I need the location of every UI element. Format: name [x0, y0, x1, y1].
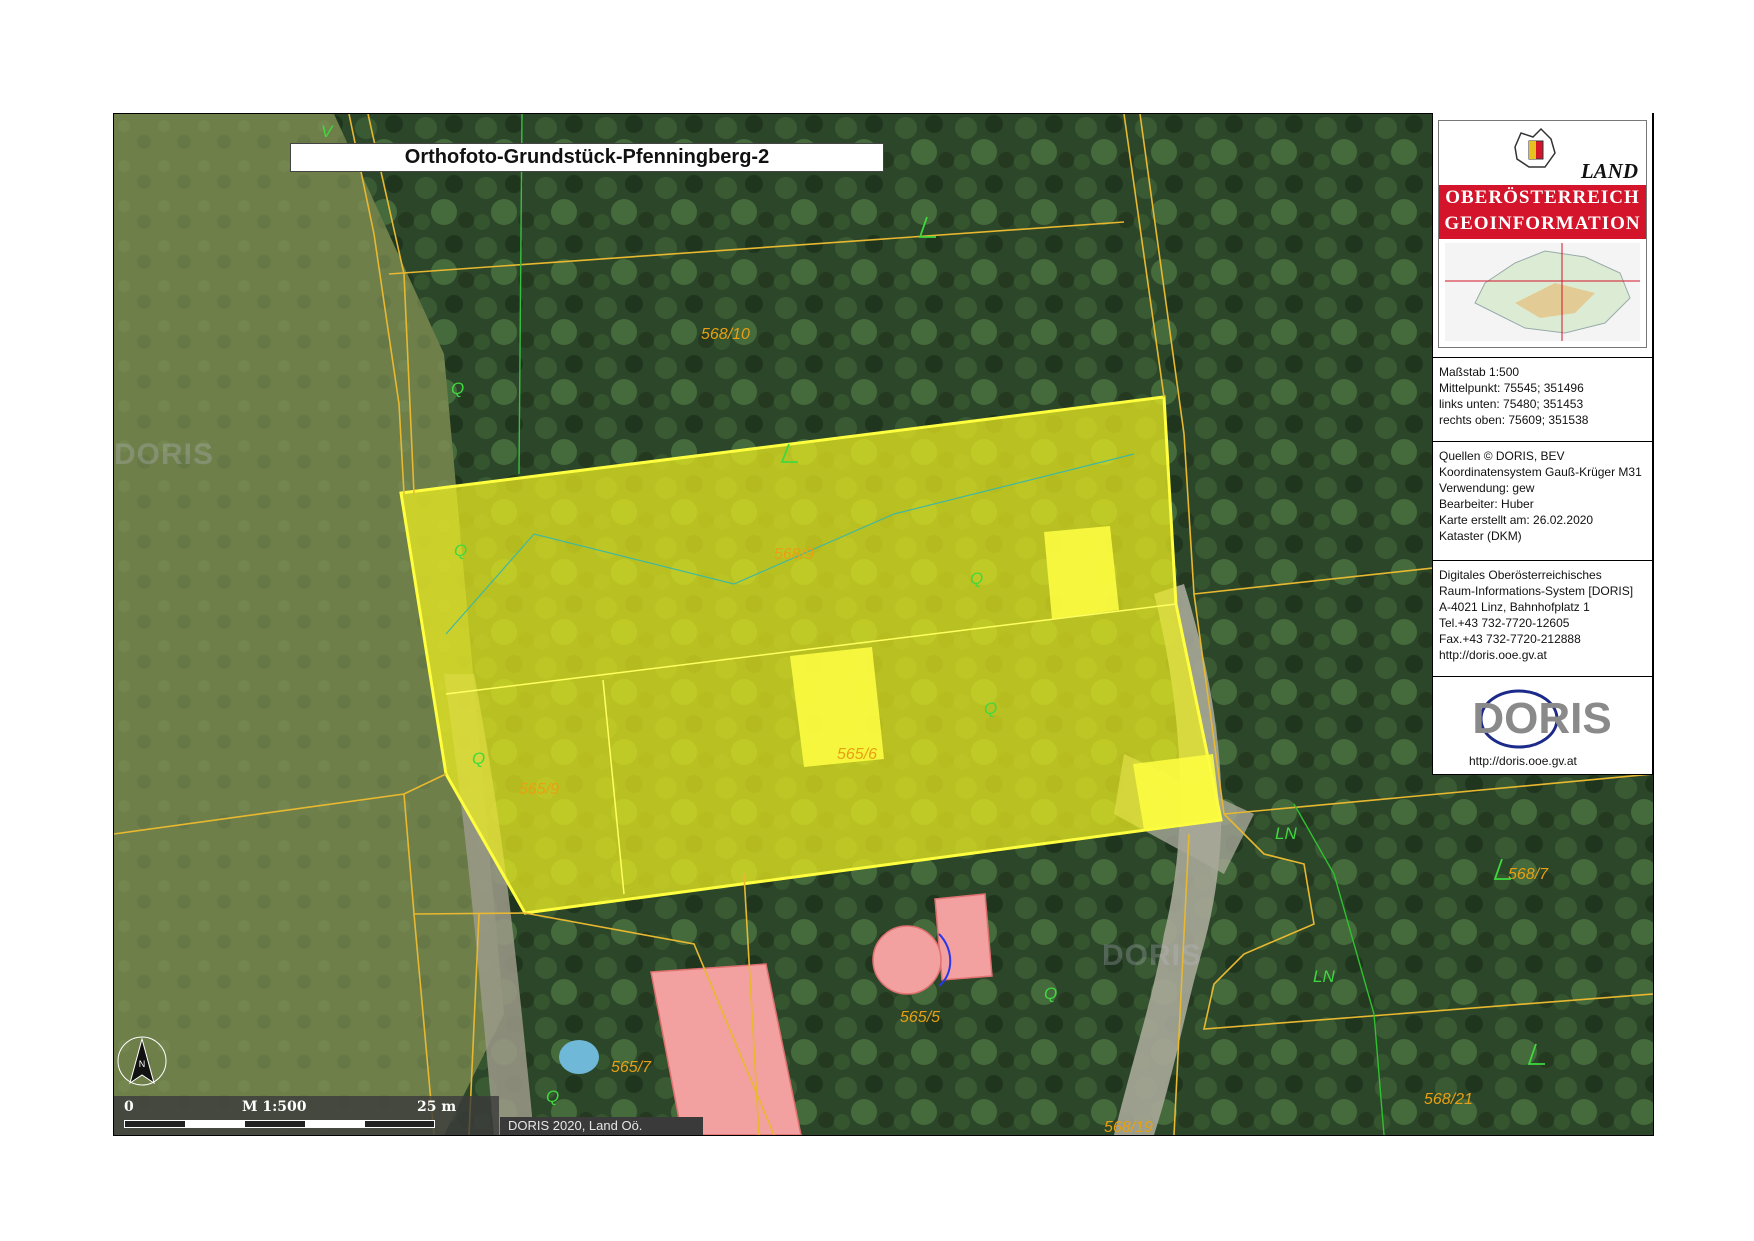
scale-text: Maßstab 1:500 — [1439, 365, 1520, 379]
coordinates-section: Maßstab 1:500 Mittelpunkt: 75545; 351496… — [1433, 357, 1652, 448]
svg-text:N: N — [139, 1059, 146, 1069]
doris-logo: DORIS http://doris.ooe.gv.at — [1433, 676, 1652, 775]
created-date-text: Karte erstellt am: 26.02.2020 — [1439, 513, 1594, 527]
orthophoto-map: DORIS DORIS 568/10 568/9 565/6 565/9 568… — [114, 114, 1653, 1135]
map-credit: DORIS 2020, Land Oö. — [500, 1117, 703, 1135]
map-title: Orthofoto-Grundstück-Pfenningberg-2 — [290, 143, 884, 172]
coat-of-arms-icon — [1514, 127, 1556, 168]
plot-label: 568/21 — [1424, 1091, 1473, 1108]
land-use-code: V — [321, 122, 334, 141]
building-footprint — [1044, 526, 1119, 619]
cadastre-text: Kataster (DKM) — [1439, 529, 1522, 543]
doris-logo-url[interactable]: http://doris.ooe.gv.at — [1469, 754, 1577, 768]
bottom-left-coords: links unten: 75480; 351453 — [1439, 397, 1584, 411]
logo-land-text: LAND — [1580, 159, 1638, 183]
land-use-code: Q — [454, 541, 467, 560]
sources-text: Quellen © DORIS, BEV — [1439, 449, 1565, 463]
round-building — [872, 925, 942, 995]
watermark: DORIS — [114, 438, 214, 471]
svg-text:DORIS: DORIS — [1472, 694, 1611, 743]
scale-bar-graphic — [124, 1120, 435, 1128]
land-use-code: Q — [970, 569, 983, 588]
logo-line-2: GEOINFORMATION — [1444, 213, 1641, 234]
scale-bar: 0 M 1:500 25 m — [114, 1096, 499, 1135]
org-name-2: Raum-Informations-System [DORIS] — [1439, 584, 1634, 598]
org-fax: Fax.+43 732-7720-212888 — [1439, 632, 1581, 646]
logo-banner: OBERÖSTERREICH GEOINFORMATION — [1439, 185, 1646, 239]
logo-line-1: OBERÖSTERREICH — [1445, 187, 1640, 208]
legend-panel: LAND OBERÖSTERREICH GEOINFORMATION Maßst… — [1432, 113, 1653, 775]
plot-label: 568/10 — [701, 326, 750, 343]
land-use-code: LN — [1313, 967, 1335, 986]
center-coords: Mittelpunkt: 75545; 351496 — [1439, 381, 1584, 395]
org-address: A-4021 Linz, Bahnhofplatz 1 — [1439, 600, 1590, 614]
plot-label: 565/7 — [611, 1059, 652, 1076]
scale-end: 25 m — [417, 1099, 457, 1115]
plot-label: 568/7 — [1508, 866, 1549, 883]
metadata-section: Quellen © DORIS, BEV Koordinatensystem G… — [1433, 441, 1652, 560]
plot-label: 565/9 — [519, 781, 559, 798]
pool — [559, 1040, 599, 1074]
building-footprint — [1133, 754, 1221, 830]
doris-logo-graphic: DORIS — [1472, 689, 1612, 749]
org-phone: Tel.+43 732-7720-12605 — [1439, 616, 1570, 630]
watermark: DORIS — [1102, 939, 1202, 972]
usage-text: Verwendung: gew — [1439, 481, 1535, 495]
crs-text: Koordinatensystem Gauß-Krüger M31 — [1439, 465, 1642, 479]
north-arrow-icon: N — [117, 1036, 167, 1086]
plot-label: 565/5 — [900, 1009, 940, 1026]
building — [934, 893, 993, 981]
plot-label: 568/9 — [774, 546, 814, 563]
land-use-code: Q — [472, 749, 485, 768]
land-use-code: Q — [984, 699, 997, 718]
org-url[interactable]: http://doris.ooe.gv.at — [1433, 647, 1652, 663]
map-view[interactable]: DORIS DORIS 568/10 568/9 565/6 565/9 568… — [113, 113, 1654, 1136]
editor-text: Bearbeiter: Huber — [1439, 497, 1534, 511]
land-ooe-logo: LAND OBERÖSTERREICH GEOINFORMATION — [1438, 120, 1647, 348]
top-right-coords: rechts oben: 75609; 351538 — [1439, 413, 1589, 427]
plot-label: 568/19 — [1104, 1119, 1153, 1135]
land-use-code: Q — [546, 1087, 559, 1106]
land-use-code: LN — [1275, 824, 1297, 843]
org-name-1: Digitales Oberösterreichisches — [1439, 568, 1602, 582]
scale-label: M 1:500 — [242, 1099, 307, 1115]
overview-map — [1445, 243, 1640, 341]
contact-section: Digitales Oberösterreichisches Raum-Info… — [1433, 560, 1652, 679]
land-use-code: Q — [1044, 984, 1057, 1003]
land-use-code: Q — [451, 379, 464, 398]
scale-zero: 0 — [124, 1099, 134, 1115]
plot-label: 565/6 — [837, 746, 877, 763]
